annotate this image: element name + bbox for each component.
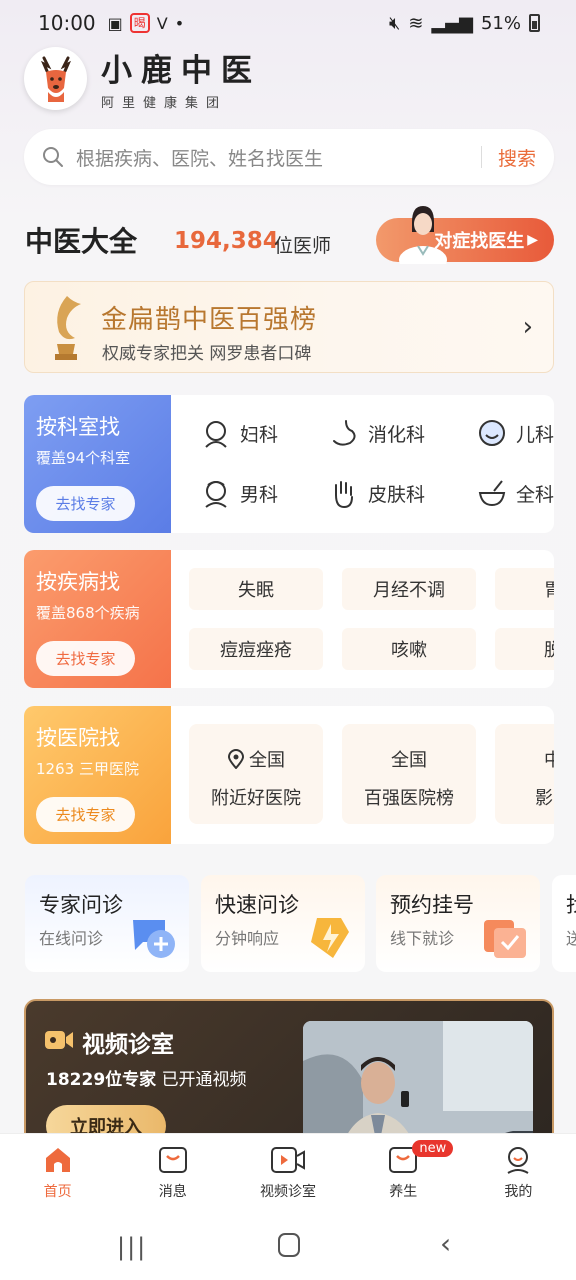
video-camera-icon — [45, 1031, 73, 1049]
battery-icon — [529, 14, 540, 32]
dept-item-general[interactable]: 全科 — [476, 477, 554, 509]
expert-consult-card[interactable]: 专家问诊 在线问诊 — [25, 875, 189, 972]
tab-messages[interactable]: 消息 — [115, 1134, 230, 1211]
mortar-icon — [478, 480, 506, 507]
female-icon — [205, 421, 227, 448]
chat-plus-icon — [133, 920, 175, 958]
app-header: 小鹿中医 阿里健康集团 — [24, 45, 261, 111]
search-input[interactable]: 根据疾病、医院、姓名找医生 — [76, 144, 481, 171]
banner-subtitle: 权威专家把关 网罗患者口碑 — [102, 344, 312, 364]
app-notification-icon: 暍 — [129, 13, 150, 33]
disease-title: 按疾病找 — [36, 570, 120, 594]
chevron-right-icon: ▶ — [527, 232, 538, 248]
male-icon — [205, 481, 227, 508]
brand-name: 小鹿中医 — [101, 53, 261, 89]
hospital-nearby-card[interactable]: 全国 附近好医院 — [189, 724, 323, 824]
hospital-influence-card[interactable]: 中医 影响力 — [495, 724, 554, 824]
hospital-title: 按医院找 — [36, 726, 120, 750]
dept-item-gynecology[interactable]: 妇科 — [200, 417, 278, 449]
disease-find-expert-button[interactable]: 去找专家 — [36, 641, 135, 676]
hospital-find-expert-button[interactable]: 去找专家 — [36, 797, 135, 832]
profile-icon — [507, 1147, 529, 1174]
battery-text: 51% — [480, 12, 521, 34]
message-icon — [158, 1147, 187, 1173]
appointment-card[interactable]: 预约挂号 线下就诊 — [376, 875, 540, 972]
doctor-count-unit: 位医师 — [274, 235, 332, 257]
status-time: 10:00 — [38, 11, 96, 35]
disease-chip[interactable]: 月经不调 — [342, 568, 476, 610]
trophy-icon — [55, 296, 81, 360]
location-icon — [227, 749, 245, 769]
app-screen: 10:00 ▣ 暍 V • 🔇︎ ≋ ▂▄▆ 51% 小鹿中医 阿里健康集团 根… — [0, 0, 576, 1280]
dept-item-digestive[interactable]: 消化科 — [328, 417, 425, 449]
hospital-top100-card[interactable]: 全国 百强医院榜 — [342, 724, 476, 824]
recent-apps-icon[interactable]: ||| — [117, 1233, 147, 1261]
disease-chip[interactable]: 失眠 — [189, 568, 323, 610]
department-find-expert-button[interactable]: 去找专家 — [36, 486, 135, 521]
medicine-card[interactable]: 找药 送药 — [552, 875, 576, 972]
search-bar[interactable]: 根据疾病、医院、姓名找医生 搜索 — [24, 129, 554, 185]
video-expert-count: 18229位专家 — [46, 1070, 157, 1090]
new-badge: new — [412, 1140, 454, 1157]
department-title: 按科室找 — [36, 415, 120, 439]
overview-row: 中医大全 194,384 位医师 对症找医生 ▶ — [25, 206, 555, 268]
system-nav-bar: ||| ‹ — [0, 1211, 576, 1280]
v-logo-icon: V — [156, 13, 168, 33]
video-title: 视频诊室 — [82, 1032, 174, 1058]
dot-icon: • — [174, 13, 185, 33]
dept-item-andrology[interactable]: 男科 — [200, 477, 278, 509]
tab-profile[interactable]: 我的 — [461, 1134, 576, 1211]
deer-logo-icon[interactable] — [24, 46, 87, 110]
dept-item-pediatrics[interactable]: 儿科 — [476, 417, 554, 449]
disease-chip[interactable]: 胃炎 — [495, 568, 554, 610]
gallery-icon: ▣ — [107, 13, 123, 33]
disease-desc: 覆盖868个疾病 — [36, 604, 140, 622]
video-expert-suffix: 已开通视频 — [161, 1070, 247, 1090]
banner-title: 金扁鹊中医百强榜 — [101, 305, 318, 335]
disease-chip[interactable]: 痘痘痤疮 — [189, 628, 323, 670]
find-doctor-by-symptom-button[interactable]: 对症找医生 ▶ — [376, 206, 554, 264]
dept-item-dermatology[interactable]: 皮肤科 — [328, 477, 425, 509]
tab-video-clinic[interactable]: 视频诊室 — [230, 1134, 345, 1211]
home-icon — [45, 1148, 70, 1172]
hospital-desc: 1263 三甲医院 — [36, 760, 139, 778]
mute-icon: 🔇︎ — [389, 12, 401, 34]
brand-subtitle: 阿里健康集团 — [101, 96, 228, 111]
tab-wellness[interactable]: new 养生 — [346, 1134, 461, 1211]
lightning-icon — [311, 918, 349, 958]
search-icon — [43, 147, 63, 167]
stomach-icon — [333, 420, 356, 446]
video-icon — [271, 1147, 305, 1173]
calendar-check-icon — [484, 920, 526, 958]
search-button[interactable]: 搜索 — [498, 144, 536, 171]
doctor-avatar — [399, 206, 447, 264]
search-divider — [480, 146, 482, 168]
bottom-tab-bar: 首页 消息 视频诊室 new 养生 我的 — [0, 1133, 576, 1211]
quick-consult-card[interactable]: 快速问诊 分钟响应 — [201, 875, 365, 972]
home-button-icon[interactable] — [278, 1233, 300, 1257]
tab-home[interactable]: 首页 — [0, 1134, 115, 1211]
find-by-department-card: 按科室找 覆盖94个科室 去找专家 妇科 消化科 儿科 男科 皮肤科 全科 — [24, 395, 554, 533]
disease-chip[interactable]: 咳嗽 — [342, 628, 476, 670]
disease-chip[interactable]: 脱发 — [495, 628, 554, 670]
department-desc: 覆盖94个科室 — [36, 449, 131, 467]
find-by-disease-card: 按疾病找 覆盖868个疾病 去找专家 失眠 月经不调 胃炎 痘痘痤疮 咳嗽 脱发 — [24, 550, 554, 688]
find-by-hospital-card: 按医院找 1263 三甲医院 去找专家 全国 附近好医院 全国 百强医院榜 中医… — [24, 706, 554, 844]
section-title: 中医大全 — [25, 225, 138, 258]
signal-icon: ▂▄▆ — [431, 12, 473, 34]
wifi-icon: ≋ — [408, 12, 424, 34]
status-bar: 10:00 ▣ 暍 V • 🔇︎ ≋ ▂▄▆ 51% — [0, 0, 576, 46]
chevron-right-icon: › — [522, 312, 533, 342]
doctor-count: 194,384 — [174, 228, 279, 254]
child-icon — [479, 420, 505, 446]
back-icon[interactable]: ‹ — [440, 1227, 451, 1260]
hand-icon — [335, 481, 353, 509]
top100-banner[interactable]: 金扁鹊中医百强榜 权威专家把关 网罗患者口碑 › — [24, 281, 554, 373]
